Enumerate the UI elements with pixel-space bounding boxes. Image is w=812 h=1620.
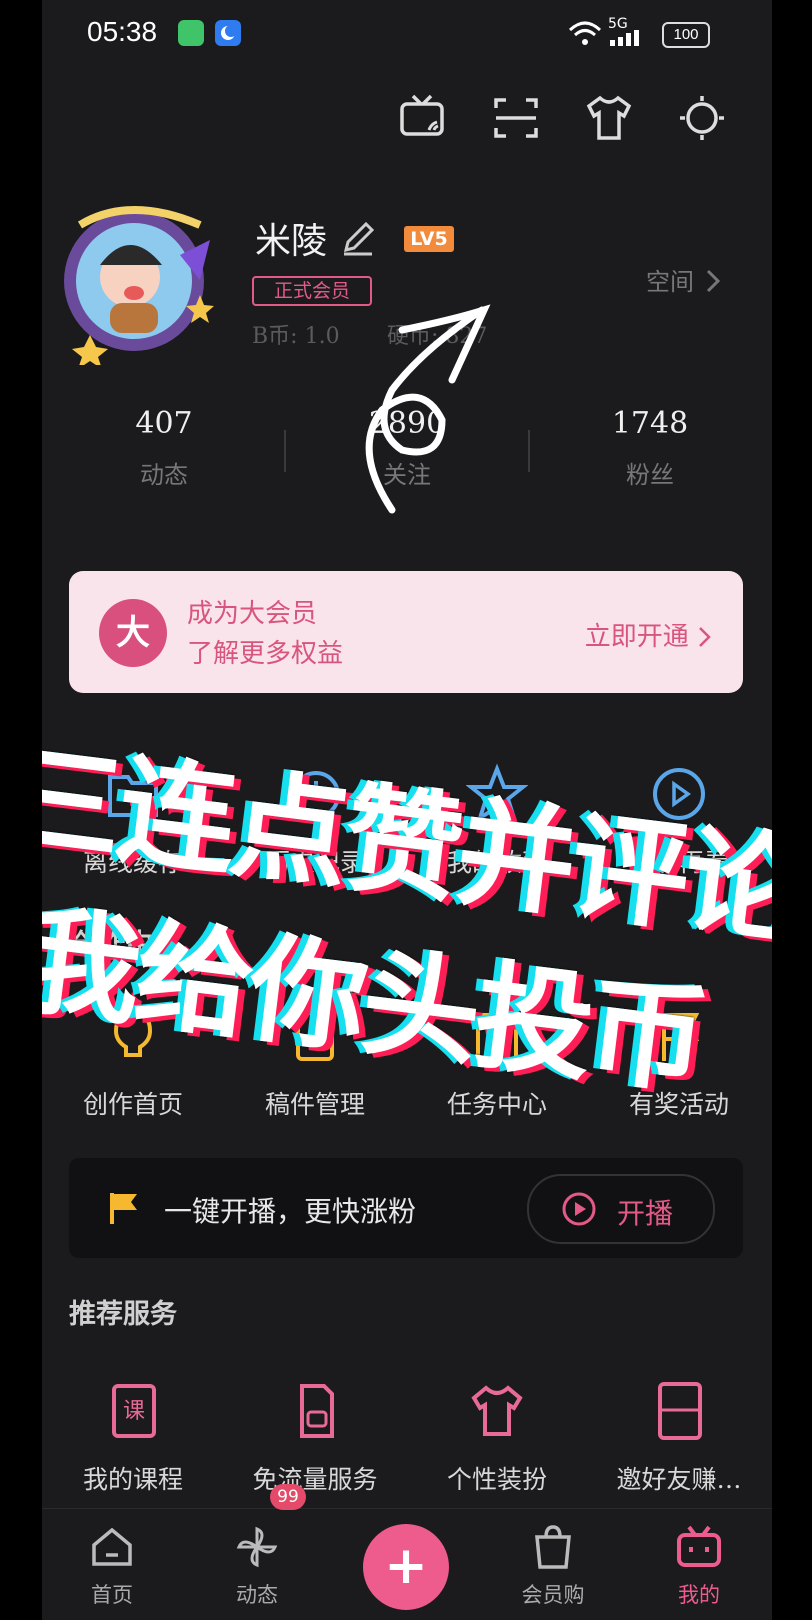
play-circle-icon xyxy=(562,1192,596,1226)
bcoin-balance: B币: 1.0 xyxy=(252,324,340,349)
status-time: 05:38 xyxy=(87,16,158,47)
space-link[interactable]: 空间 xyxy=(646,262,724,297)
avatar[interactable] xyxy=(50,185,220,365)
cast-tv-icon[interactable] xyxy=(397,92,449,144)
stat-divider xyxy=(284,430,286,472)
service-item-dress-up[interactable]: 个性装扮 xyxy=(406,1380,588,1496)
wifi-icon xyxy=(568,21,602,45)
tab-label: 动态 xyxy=(236,1583,278,1607)
tab-label: 首页 xyxy=(91,1583,133,1607)
space-link-label: 空间 xyxy=(646,268,694,296)
stat-dynamics[interactable]: 407 动态 xyxy=(84,406,244,490)
tab-mine[interactable]: 我的 xyxy=(639,1523,759,1609)
tab-label: 我的 xyxy=(678,1583,720,1607)
start-live-label: 开播 xyxy=(617,1197,674,1230)
service-item-label: 个性装扮 xyxy=(446,1465,547,1494)
tv-icon xyxy=(677,1525,721,1567)
course-book-icon: 课 xyxy=(112,1384,156,1438)
vip-subtitle: 了解更多权益 xyxy=(187,639,344,669)
tab-label: 会员购 xyxy=(521,1583,585,1607)
battery-indicator: 100 xyxy=(662,22,710,48)
chevron-right-icon xyxy=(706,269,720,293)
service-item-label: 我的课程 xyxy=(82,1465,183,1494)
invite-card-icon xyxy=(658,1382,702,1440)
service-item-courses[interactable]: 课 我的课程 xyxy=(42,1380,224,1496)
service-item-free-data[interactable]: 免流量服务 xyxy=(224,1380,406,1496)
bottom-tab-bar: 首页 动态 + 会员购 我的 xyxy=(42,1508,772,1620)
outfit-icon[interactable] xyxy=(583,92,635,144)
home-icon xyxy=(92,1527,132,1566)
chevron-right-icon xyxy=(699,627,711,647)
stat-label: 动态 xyxy=(140,461,188,489)
vip-open-label: 立即开通 xyxy=(584,622,689,652)
creator-item-label: 创作首页 xyxy=(82,1090,183,1119)
username: 米陵 xyxy=(255,221,328,262)
vip-title: 成为大会员 xyxy=(187,599,318,629)
stat-value: 1748 xyxy=(611,406,689,441)
svg-text:课: 课 xyxy=(123,1399,145,1424)
moon-icon xyxy=(215,20,241,46)
vip-banner[interactable]: 大 成为大会员 了解更多权益 立即开通 xyxy=(69,571,743,693)
yellow-flag-icon xyxy=(110,1193,137,1224)
scan-icon[interactable] xyxy=(490,92,542,144)
stat-label: 粉丝 xyxy=(626,461,674,489)
tab-home[interactable]: 首页 xyxy=(52,1523,172,1609)
tshirt-icon xyxy=(471,1385,523,1436)
sim-card-icon xyxy=(300,1384,334,1438)
stat-divider xyxy=(528,430,530,472)
status-bar: 05:38 5G 100 xyxy=(42,0,772,66)
tab-dynamics[interactable]: 动态 xyxy=(197,1523,317,1609)
theme-sun-icon[interactable] xyxy=(676,92,728,144)
edit-pencil-icon[interactable] xyxy=(338,218,378,258)
tab-vip-shop[interactable]: 会员购 xyxy=(493,1523,613,1609)
service-item-invite[interactable]: 邀好友赚… xyxy=(588,1380,770,1496)
pinwheel-icon xyxy=(236,1526,278,1568)
service-item-label: 免流量服务 xyxy=(252,1465,378,1494)
stat-value: 407 xyxy=(135,406,193,441)
vip-open-button[interactable]: 立即开通 xyxy=(585,616,713,653)
dynamics-badge: 99 xyxy=(270,1484,306,1510)
signal-icon xyxy=(610,30,639,46)
live-promo-text: 一键开播，更快涨粉 xyxy=(164,1195,417,1228)
creator-item-label: 稿件管理 xyxy=(264,1090,365,1119)
arrow-annotation-icon xyxy=(365,304,491,514)
app-screen: 05:38 5G 100 米陵 LV5 正式会员 B币: 1.0 硬币: 827… xyxy=(42,0,772,1620)
vip-badge: 大 xyxy=(99,599,167,667)
create-button[interactable]: + xyxy=(363,1524,449,1610)
shopping-bag-icon xyxy=(535,1525,571,1569)
start-live-button[interactable]: 开播 xyxy=(527,1174,715,1244)
battery-saver-icon xyxy=(178,20,204,46)
level-badge: LV5 xyxy=(404,226,454,252)
stat-fans[interactable]: 1748 粉丝 xyxy=(570,406,730,490)
services-title: 推荐服务 xyxy=(69,1299,177,1330)
live-bar: 一键开播，更快涨粉 开播 xyxy=(69,1158,743,1258)
service-item-label: 邀好友赚… xyxy=(616,1465,742,1494)
